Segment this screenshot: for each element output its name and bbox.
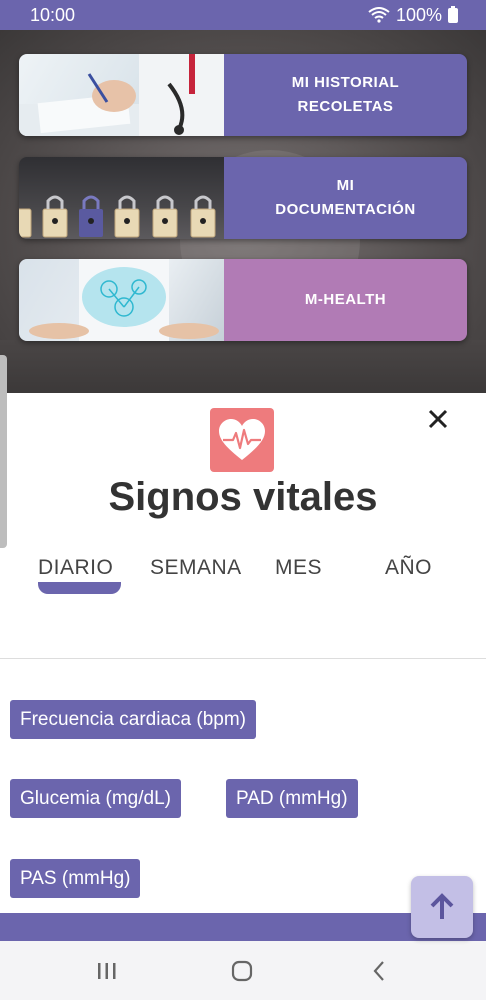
background-bottom	[0, 340, 486, 395]
arrow-up-icon	[430, 893, 454, 919]
historial-line2: RECOLETAS	[297, 98, 394, 115]
vital-signs-sheet: Signos vitales DIARIO SEMANA MES AÑO Fre…	[0, 393, 486, 941]
system-nav-bar	[0, 941, 486, 1000]
recents-icon	[98, 962, 116, 979]
sheet-title: Signos vitales	[108, 475, 378, 519]
tabs-divider	[0, 658, 486, 659]
menu-card-mhealth[interactable]: M-HEALTH	[19, 259, 467, 341]
side-drawer-handle[interactable]	[0, 355, 7, 548]
menu-card-documentacion[interactable]: MI DOCUMENTACIÓN	[19, 157, 467, 239]
menu-card-mhealth-label: M-HEALTH	[224, 259, 467, 341]
back-icon	[373, 960, 384, 981]
scroll-to-top-button[interactable]	[411, 876, 473, 938]
documentacion-line1: MI	[336, 177, 355, 194]
tab-diario[interactable]: DIARIO	[38, 556, 113, 580]
status-time: 10:00	[30, 4, 76, 25]
wifi-icon	[368, 7, 390, 23]
chip-frecuencia-cardiaca[interactable]: Frecuencia cardiaca (bpm)	[10, 700, 256, 739]
home-button[interactable]	[212, 941, 272, 1000]
close-icon[interactable]	[424, 405, 452, 433]
doctor-writing-image	[19, 54, 224, 136]
back-button[interactable]	[349, 941, 409, 1000]
battery-icon	[448, 5, 458, 23]
documentacion-line2: DOCUMENTACIÓN	[275, 201, 416, 218]
chip-pad[interactable]: PAD (mmHg)	[226, 779, 358, 818]
tab-semana[interactable]: SEMANA	[150, 556, 242, 580]
chip-pas[interactable]: PAS (mmHg)	[10, 859, 141, 898]
menu-card-documentacion-label: MI DOCUMENTACIÓN	[224, 157, 467, 239]
digital-health-image	[19, 259, 224, 341]
tab-mes[interactable]: MES	[275, 556, 322, 580]
recents-button[interactable]	[77, 941, 137, 1000]
tab-ano[interactable]: AÑO	[385, 556, 432, 580]
home-icon	[231, 960, 253, 981]
battery-percentage: 100%	[395, 4, 442, 25]
background-menu-area: MI HISTORIAL RECOLETAS MI DOCUMENTACIÓN …	[0, 30, 486, 395]
status-bar: 10:00 100%	[0, 0, 486, 30]
menu-card-historial[interactable]: MI HISTORIAL RECOLETAS	[19, 54, 467, 136]
heart-pulse-icon	[210, 408, 274, 472]
chip-glucemia[interactable]: Glucemia (mg/dL)	[10, 779, 181, 818]
menu-card-historial-label: MI HISTORIAL RECOLETAS	[224, 54, 467, 136]
mhealth-line1: M-HEALTH	[304, 291, 387, 308]
historial-line1: MI HISTORIAL	[291, 74, 400, 91]
padlocks-image	[19, 157, 224, 239]
active-tab-indicator	[38, 582, 121, 594]
status-icons: 100%	[368, 5, 458, 26]
